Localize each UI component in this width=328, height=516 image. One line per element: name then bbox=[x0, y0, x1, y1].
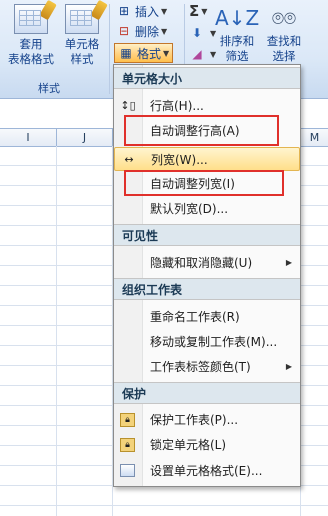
group-separator bbox=[109, 4, 110, 94]
format-as-table-label: 套用 表格格式 bbox=[8, 37, 54, 66]
menu-item-rename-sheet[interactable]: 重命名工作表(R) bbox=[114, 305, 300, 329]
delete-label: 删除 bbox=[135, 24, 160, 39]
binoculars-icon: ⌾⌾ bbox=[272, 6, 296, 30]
eraser-icon: ◢ bbox=[192, 47, 202, 61]
find-select-button[interactable]: ⌾⌾ 查找和 选择 bbox=[260, 2, 308, 64]
menu-item-protect-sheet[interactable]: 🔒︎ 保护工作表(P)... bbox=[114, 408, 300, 432]
insert-icon: ⊞ bbox=[118, 4, 130, 18]
menu-item-format-cells[interactable]: 设置单元格格式(E)... bbox=[114, 459, 300, 483]
cell-style-icon bbox=[65, 0, 108, 34]
clear-button[interactable]: ◢ ▼ bbox=[189, 45, 216, 63]
sigma-icon: Σ bbox=[189, 2, 200, 20]
format-as-table-button[interactable]: 套用 表格格式 bbox=[2, 0, 60, 67]
section-header-visibility: 可见性 bbox=[114, 224, 300, 246]
menu-item-lock-cell[interactable]: 🔒︎ 锁定单元格(L) bbox=[114, 433, 300, 457]
menu-item-tab-color[interactable]: 工作表标签颜色(T) ▶ bbox=[114, 355, 300, 379]
fill-down-icon: ⬇ bbox=[191, 26, 203, 40]
menu-item-label: 自动调整列宽(I) bbox=[150, 177, 235, 191]
lock-icon: 🔒︎ bbox=[120, 438, 135, 452]
column-header[interactable]: I bbox=[0, 129, 57, 146]
delete-icon: ⊟ bbox=[118, 24, 130, 38]
menu-item-label: 自动调整行高(A) bbox=[150, 124, 240, 138]
chevron-down-icon: ▼ bbox=[161, 26, 168, 36]
format-cells-icon bbox=[120, 464, 135, 477]
menu-item-label: 移动或复制工作表(M)... bbox=[150, 335, 278, 349]
styles-group-label: 样式 bbox=[38, 82, 60, 95]
sort-filter-button[interactable]: A↓Z 排序和 筛选 bbox=[215, 2, 259, 64]
menu-item-label: 保护工作表(P)... bbox=[150, 413, 239, 427]
cell-styles-label: 单元格 样式 bbox=[64, 37, 100, 66]
column-width-icon: ↔ bbox=[124, 153, 134, 166]
format-icon: ▦ bbox=[120, 46, 132, 60]
chevron-down-icon: ▼ bbox=[161, 6, 168, 16]
format-dropdown-menu: 单元格大小 ↕▯ 行高(H)... 自动调整行高(A) ↔ 列宽(W)... 自… bbox=[113, 64, 301, 487]
format-label: 格式 bbox=[137, 46, 162, 61]
find-select-label: 查找和 选择 bbox=[266, 34, 302, 63]
menu-item-column-width[interactable]: ↔ 列宽(W)... bbox=[114, 147, 300, 171]
protect-sheet-icon: 🔒︎ bbox=[120, 413, 135, 427]
section-header-protection: 保护 bbox=[114, 382, 300, 404]
column-header[interactable]: J bbox=[57, 129, 113, 146]
section-header-cell-size: 单元格大小 bbox=[114, 67, 300, 89]
autosum-button[interactable]: Σ ▼ bbox=[189, 2, 207, 20]
fill-button[interactable]: ⬇ ▼ bbox=[189, 24, 216, 42]
menu-item-autofit-row-height[interactable]: 自动调整行高(A) bbox=[114, 119, 300, 143]
format-button[interactable]: ▦ 格式 ▼ bbox=[114, 43, 174, 63]
sort-filter-label: 排序和 筛选 bbox=[219, 34, 255, 63]
insert-label: 插入 bbox=[135, 4, 160, 19]
menu-item-label: 列宽(W)... bbox=[151, 153, 208, 167]
menu-item-label: 行高(H)... bbox=[150, 99, 204, 113]
row-height-icon: ↕▯ bbox=[120, 99, 136, 112]
section-header-organize-sheets: 组织工作表 bbox=[114, 278, 300, 300]
cell-styles-button[interactable]: 单元格 样式 bbox=[58, 0, 108, 67]
menu-item-autofit-column-width[interactable]: 自动调整列宽(I) bbox=[114, 172, 300, 196]
menu-item-label: 默认列宽(D)... bbox=[150, 202, 229, 216]
menu-item-label: 隐藏和取消隐藏(U) bbox=[150, 256, 253, 270]
menu-item-label: 锁定单元格(L) bbox=[150, 438, 227, 452]
menu-item-label: 工作表标签颜色(T) bbox=[150, 360, 251, 374]
column-header[interactable]: M bbox=[301, 129, 328, 146]
delete-button[interactable]: ⊟ 删除 ▼ bbox=[116, 22, 167, 40]
sort-filter-icon: A↓Z bbox=[215, 6, 260, 30]
submenu-arrow-icon: ▶ bbox=[285, 362, 292, 371]
table-style-icon bbox=[14, 0, 57, 34]
menu-item-row-height[interactable]: ↕▯ 行高(H)... bbox=[114, 94, 300, 118]
menu-item-label: 重命名工作表(R) bbox=[150, 310, 240, 324]
insert-button[interactable]: ⊞ 插入 ▼ bbox=[116, 2, 167, 20]
menu-item-move-copy-sheet[interactable]: 移动或复制工作表(M)... bbox=[114, 330, 300, 354]
menu-item-label: 设置单元格格式(E)... bbox=[150, 464, 263, 478]
chevron-down-icon: ▼ bbox=[201, 6, 208, 16]
chevron-down-icon: ▼ bbox=[163, 48, 170, 58]
menu-item-default-width[interactable]: 默认列宽(D)... bbox=[114, 197, 300, 221]
submenu-arrow-icon: ▶ bbox=[285, 258, 292, 267]
menu-item-hide-unhide[interactable]: 隐藏和取消隐藏(U) ▶ bbox=[114, 251, 300, 275]
